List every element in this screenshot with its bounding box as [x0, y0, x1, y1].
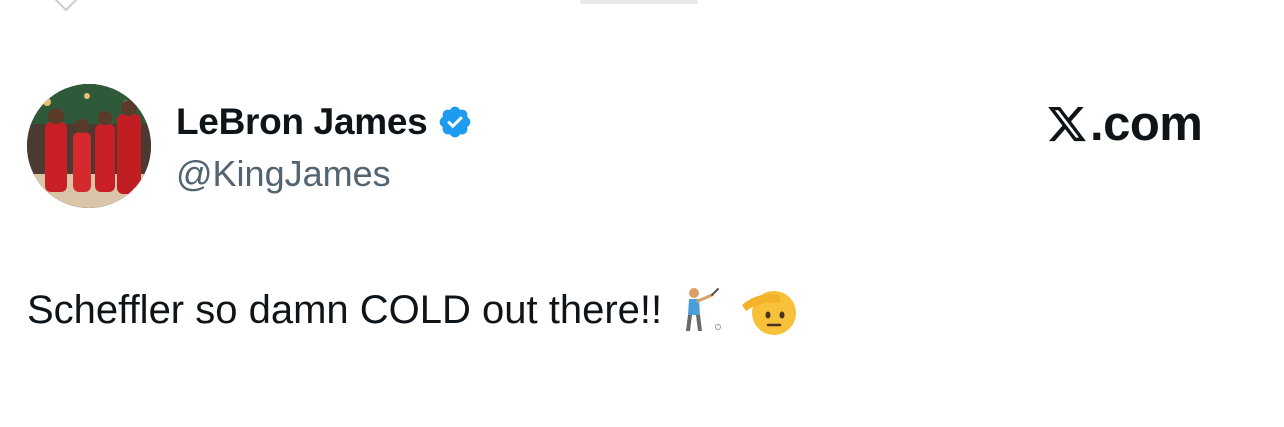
golfer-emoji-icon — [686, 288, 722, 331]
name-row: LeBron James — [176, 100, 473, 144]
tweet-header: LeBron James @KingJames .com — [27, 84, 1257, 209]
chevron-down-icon — [54, 0, 78, 12]
avatar[interactable] — [27, 84, 151, 208]
cropped-top-toolbar — [0, 0, 1284, 12]
brand-watermark: .com — [1046, 96, 1203, 152]
verified-badge-icon — [440, 106, 471, 138]
tweet-body: Scheffler so damn COLD out there!! — [27, 280, 800, 340]
tweet-text: Scheffler so damn COLD out there!! — [27, 288, 663, 332]
saluting-face-emoji-icon — [742, 291, 797, 335]
brand-domain-text: .com — [1090, 97, 1203, 151]
display-name[interactable]: LeBron James — [176, 100, 428, 144]
profile-photo-icon — [27, 84, 151, 208]
cropped-divider — [580, 0, 698, 4]
user-handle[interactable]: @KingJames — [176, 152, 391, 196]
x-logo-icon — [1048, 106, 1086, 142]
